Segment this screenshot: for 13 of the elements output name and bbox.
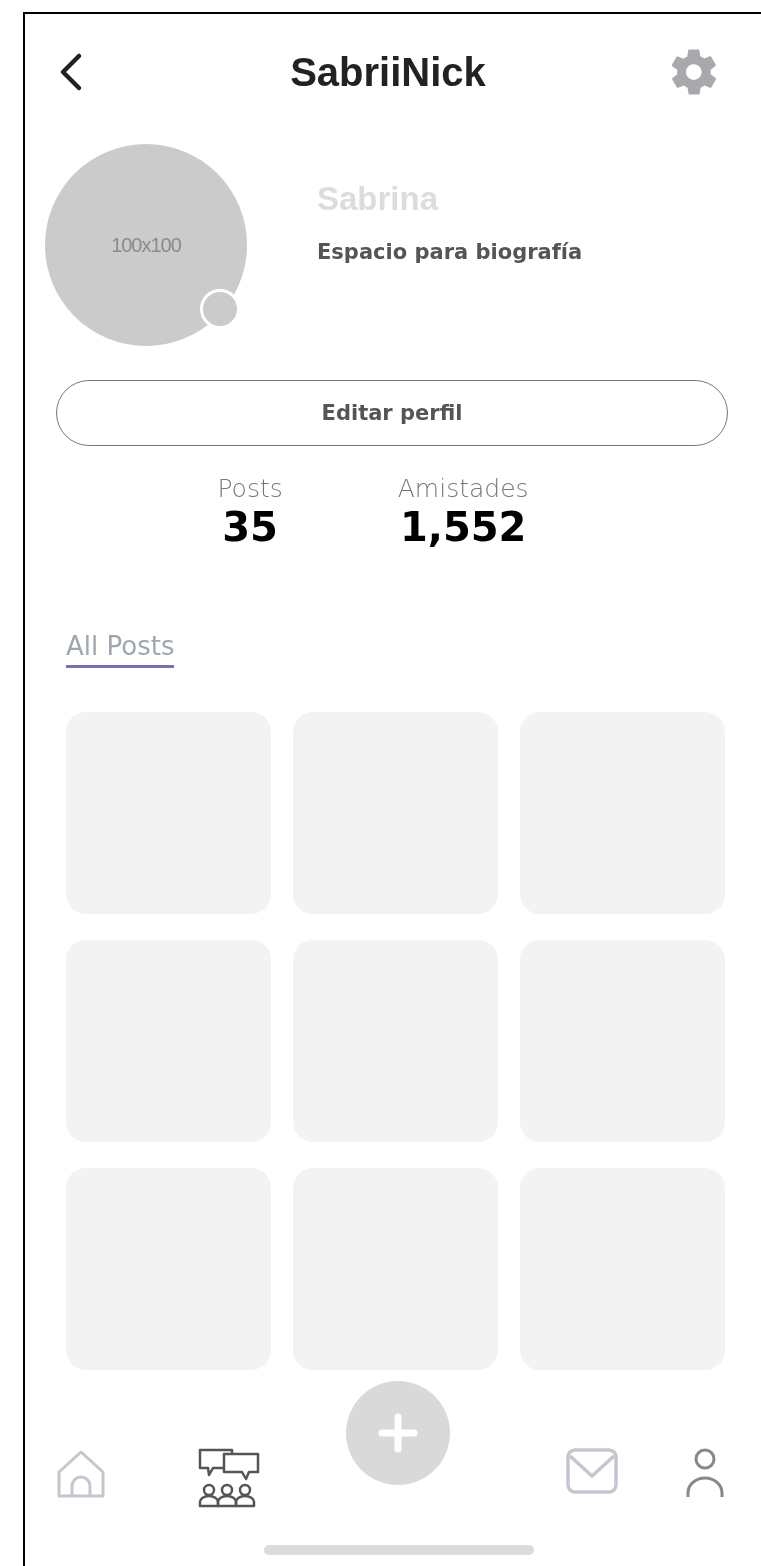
edit-profile-button[interactable]: Editar perfil [56,380,728,446]
stat-value: 35 [222,503,278,551]
avatar-size-label: 100x100 [111,233,181,257]
profile-bio: Espacio para biografía [317,240,583,264]
person-icon[interactable] [685,1448,725,1498]
mail-icon[interactable] [566,1448,618,1494]
home-icon[interactable] [55,1448,107,1500]
screen-title: SabriiNick [290,49,486,95]
avatar-badge[interactable] [200,289,240,329]
stat-label: Posts [217,474,283,503]
stat-value: 1,552 [399,503,527,551]
plus-icon [378,1413,418,1453]
stat-label: Amistades [397,474,529,503]
